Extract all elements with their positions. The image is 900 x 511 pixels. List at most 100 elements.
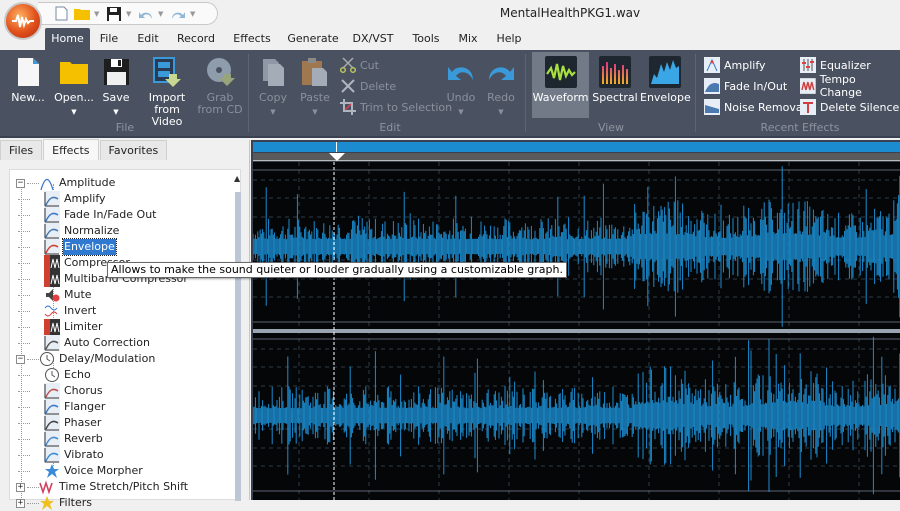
tree-connector [18, 198, 30, 200]
undo-button[interactable]: Undo ▼ [444, 56, 478, 118]
tree-item[interactable]: Fade In/Fade Out [18, 207, 157, 223]
panel-tabs: Files Effects Favorites [0, 139, 168, 160]
overview-bar[interactable] [253, 142, 900, 152]
tree-category[interactable]: − Delay/Modulation [16, 351, 156, 367]
tree-connector [18, 454, 30, 456]
effects-tree: − Amplitude Amplify Fade In/Fade Out Normali… [9, 169, 242, 510]
timeline-ruler[interactable] [253, 153, 900, 161]
menu-bar: Home File Edit Record Effects Generate D… [0, 28, 900, 50]
spectral-icon [599, 56, 631, 88]
tree-item[interactable]: Normalize [18, 223, 120, 239]
tab-record[interactable]: Record [172, 28, 220, 50]
recent-delete-silence-button[interactable]: Delete Silence [800, 98, 899, 116]
tree-item[interactable]: Chorus [18, 383, 104, 399]
phaser-icon [44, 415, 60, 431]
tree-connector [18, 406, 30, 408]
tree-item[interactable]: Envelope [18, 238, 117, 256]
tree-connector [27, 358, 39, 360]
tree-item-label: Time Stretch/Pitch Shift [59, 480, 189, 493]
collapse-icon[interactable]: − [16, 178, 25, 188]
recent-equalizer-button[interactable]: Equalizer [800, 56, 871, 74]
tree-item-label: Mute [64, 288, 92, 301]
waveform-editor[interactable] [251, 140, 900, 500]
undo-icon [448, 67, 473, 80]
tree-item[interactable]: Limiter [18, 319, 104, 335]
tree-item[interactable]: Echo [18, 367, 92, 383]
expand-icon[interactable]: + [16, 482, 25, 492]
envelope-view-button[interactable]: Envelope [640, 56, 691, 104]
tree-connector [18, 278, 30, 280]
waveform-view-button[interactable]: Waveform [532, 56, 589, 104]
tree-item-label: Auto Correction [64, 336, 150, 349]
copy-button[interactable]: Copy ▼ [256, 56, 290, 118]
tree-connector [18, 294, 30, 296]
tab-edit[interactable]: Edit [133, 28, 163, 50]
chevron-down-icon: ▼ [458, 108, 464, 116]
reverb-icon [44, 431, 60, 447]
scrollbar-thumb[interactable] [235, 192, 241, 501]
collapse-icon[interactable]: − [16, 354, 25, 364]
tree-item[interactable]: Amplify [18, 191, 107, 207]
tab-mix[interactable]: Mix [455, 28, 481, 50]
channel-divider[interactable] [253, 329, 900, 333]
tree-item[interactable]: Voice Morpher [18, 463, 144, 479]
tree-item[interactable]: Reverb [18, 431, 104, 447]
tree-item-label: Filters [59, 496, 92, 509]
tree-item[interactable]: Auto Correction [18, 335, 151, 351]
tab-dxvst[interactable]: DX/VST [352, 28, 394, 50]
compressor-icon [44, 255, 60, 271]
tree-scrollbar[interactable]: ▲ [234, 170, 242, 501]
import-from-video-button[interactable]: Import from Video [140, 56, 194, 128]
tree-category[interactable]: + Time Stretch/Pitch Shift [16, 479, 189, 495]
tree-item-label: Delay/Modulation [59, 352, 156, 365]
ribbon: New... Open... ▼ Save ▼ Import from Vide… [0, 50, 900, 138]
tree-item[interactable]: Vibrato [18, 447, 105, 463]
tree-connector [18, 310, 30, 312]
new-button[interactable]: New... [6, 56, 50, 104]
tree-item-label: Fade In/Fade Out [64, 208, 157, 221]
waveform-canvas[interactable] [252, 162, 900, 500]
tree-item[interactable]: Invert [18, 303, 97, 319]
trim-to-selection-button[interactable]: Trim to Selection [340, 98, 452, 116]
tab-file[interactable]: File [94, 28, 124, 50]
tab-home[interactable]: Home [45, 28, 90, 50]
envelope-icon [649, 56, 681, 88]
app-logo[interactable] [4, 2, 42, 40]
delete-button[interactable]: Delete [340, 77, 396, 95]
waveform-tracks[interactable] [252, 162, 900, 500]
tab-tools[interactable]: Tools [408, 28, 444, 50]
tree-item[interactable]: Phaser [18, 415, 102, 431]
tree-item[interactable]: Flanger [18, 399, 106, 415]
scroll-up-arrow-icon[interactable]: ▲ [234, 174, 240, 183]
recent-tempo-change-button[interactable]: Tempo Change [800, 73, 900, 99]
tab-help[interactable]: Help [494, 28, 524, 50]
save-button[interactable]: Save ▼ [99, 56, 133, 118]
group-label-edit: Edit [379, 121, 401, 134]
tempo-icon [800, 78, 816, 94]
tree-item[interactable]: Mute [18, 287, 93, 303]
tab-favorites[interactable]: Favorites [99, 140, 168, 160]
paste-icon [302, 58, 327, 86]
tab-generate[interactable]: Generate [285, 28, 341, 50]
normalize-icon [44, 223, 60, 239]
paste-button[interactable]: Paste ▼ [296, 56, 334, 118]
playhead-marker-icon[interactable] [329, 153, 345, 161]
filters-icon [40, 496, 54, 510]
open-button[interactable]: Open... ▼ [52, 56, 96, 118]
amplitude-icon [40, 178, 54, 191]
waveform-channel-left [252, 166, 900, 327]
spectral-view-button[interactable]: Spectral [592, 56, 638, 104]
cut-button[interactable]: Cut [340, 56, 379, 74]
tab-effects[interactable]: Effects [43, 139, 99, 160]
redo-button[interactable]: Redo ▼ [484, 56, 518, 118]
chevron-down-icon: ▼ [498, 108, 504, 116]
tree-category[interactable]: + Filters [16, 495, 93, 511]
recent-fade-in-out-button[interactable]: Fade In/Out [704, 77, 787, 95]
tab-files[interactable]: Files [0, 140, 43, 160]
tab-effects[interactable]: Effects [228, 28, 276, 50]
tree-category[interactable]: − Amplitude [16, 175, 116, 191]
grab-from-cd-button[interactable]: Grab from CD [196, 56, 244, 116]
recent-noise-removal-button[interactable]: Noise Removal [704, 98, 806, 116]
recent-amplify-button[interactable]: Amplify [704, 56, 766, 74]
group-separator [695, 54, 696, 132]
